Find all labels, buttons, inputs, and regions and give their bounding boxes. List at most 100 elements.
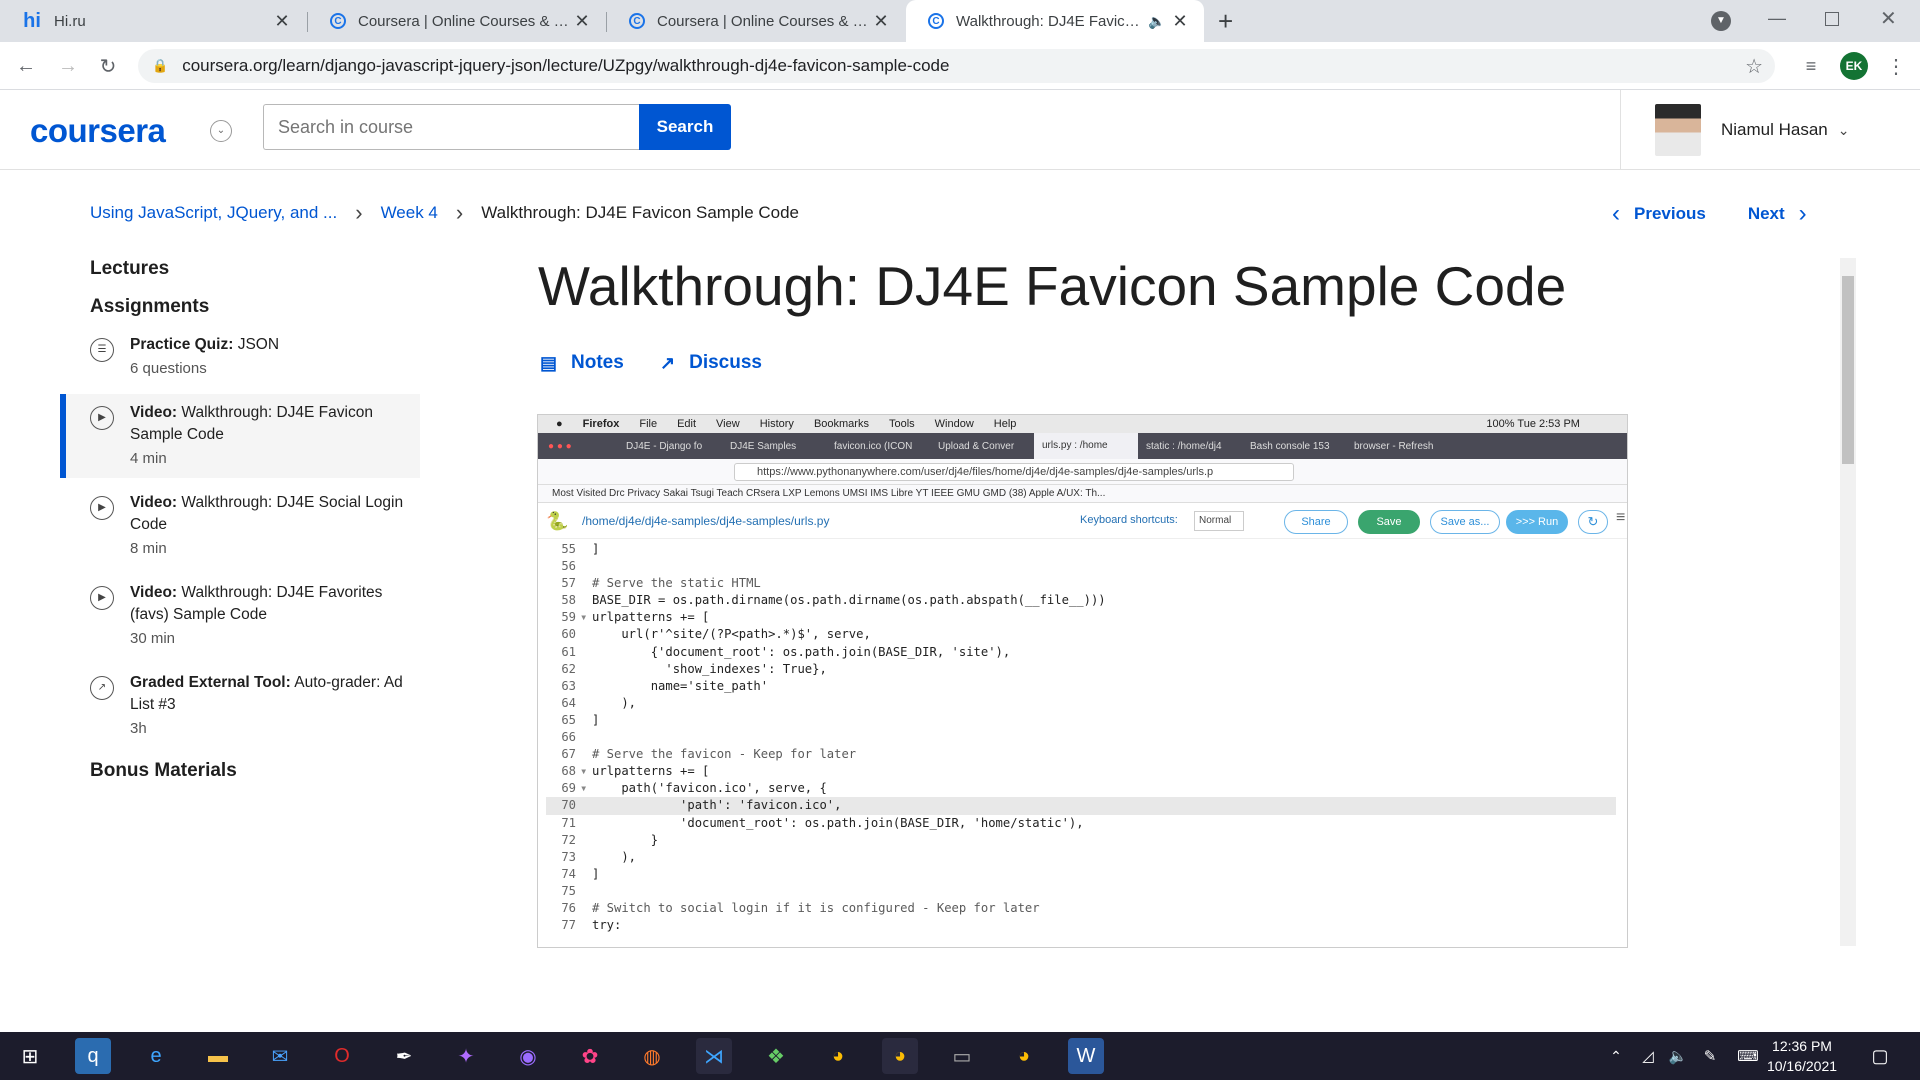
line-number: 63 [561,678,576,693]
mail-icon[interactable]: ✉ [262,1038,298,1074]
taskbar-clock[interactable]: 12:36 PM 10/16/2021 [1750,1036,1854,1076]
notes-link[interactable]: ▤ Notes [540,352,624,374]
search-input[interactable] [263,104,640,150]
firefox-icon[interactable]: ◍ [634,1038,670,1074]
app-icon[interactable]: ❖ [758,1038,794,1074]
chevron-down-icon: ⌄ [1837,121,1850,138]
breadcrumb-week[interactable]: Week 4 [381,203,438,223]
notifications-icon[interactable]: ▢ [1862,1038,1898,1074]
menu-item: Help [993,418,1017,430]
notes-icon: ▤ [540,352,558,373]
close-tab-icon[interactable]: ✕ [272,11,292,32]
browser-tab-active[interactable]: C Walkthrough: DJ4E Favicon Sample Code … [906,0,1204,42]
app-icon[interactable]: ✿ [572,1038,608,1074]
breadcrumb-course[interactable]: Using JavaScript, JQuery, and ... [90,203,337,223]
avatar [1655,104,1701,156]
chrome-profile-icon[interactable]: ◕ [1006,1038,1042,1074]
close-tab-icon[interactable]: ✕ [1170,11,1190,32]
sidebar-item-social-login-video[interactable]: ▶ Video: Walkthrough: DJ4E Social Login … [60,484,420,568]
word-icon[interactable]: W [1068,1038,1104,1074]
coursera-logo[interactable]: coursera [30,112,166,150]
sidebar-assignments[interactable]: Assignments [60,296,420,318]
tab-title: Coursera | Online Courses & Credentials [657,12,871,30]
previous-button[interactable]: Previous [1634,204,1706,224]
user-menu[interactable]: Niamul Hasan ⌄ [1620,90,1920,170]
line-number: 60 [561,627,576,642]
code-line: 69 ▾ path('favicon.ico', serve, { [546,780,1616,797]
code-text: urlpatterns += [ [592,764,710,779]
volume-icon[interactable]: 🔈 [1660,1038,1696,1074]
line-number: 65 [561,712,576,727]
sidebar-item-favorites-video[interactable]: ▶ Video: Walkthrough: DJ4E Favorites (fa… [60,574,420,658]
discuss-link[interactable]: ↗ Discuss [660,352,762,374]
code-text: # Serve the static HTML [592,576,761,591]
item-type: Video: [130,494,178,511]
scrollbar-thumb[interactable] [1842,276,1854,464]
reload-icon[interactable]: ↻ [94,52,122,80]
browser-tab[interactable]: hi Hi.ru ✕ [0,0,306,42]
bookmark-star-icon[interactable]: ☆ [1745,54,1763,79]
app-icon[interactable]: q [75,1038,111,1074]
close-tab-icon[interactable]: ✕ [572,11,592,32]
chevron-right-icon: › [355,200,363,225]
browser-tab[interactable]: C Coursera | Online Courses & Credential… [308,0,606,42]
inkscape-icon[interactable]: ✒ [386,1038,422,1074]
fold-marker [580,695,588,712]
windows-start-icon[interactable]: ⊞ [12,1038,48,1074]
chevron-left-icon[interactable]: ‹ [1612,200,1620,228]
sidebar-lectures[interactable]: Lectures [60,258,420,280]
chrome-icon[interactable]: ◕ [820,1038,856,1074]
sidebar-item-graded-tool[interactable]: ↗ Graded External Tool: Auto-grader: Ad … [60,664,420,748]
fold-marker [580,917,588,934]
audio-icon[interactable]: 🔈 [1144,13,1170,30]
pythonanywhere-editor-bar: 🐍 /home/dj4e/dj4e-samples/dj4e-samples/u… [538,503,1627,539]
code-text: ] [592,712,600,727]
fold-marker [580,558,588,575]
code-text: urlpatterns += [ [592,610,710,625]
chrome-icon[interactable]: ◕ [882,1038,918,1074]
chevron-up-icon[interactable]: ⌃ [1598,1038,1634,1074]
fold-marker [580,678,588,695]
tab-search-icon[interactable]: ▼ [1711,11,1731,31]
video-player[interactable]: ● Firefox File Edit View History Bookmar… [537,414,1628,948]
vscode-icon[interactable]: ⋊ [696,1038,732,1074]
chevron-right-icon[interactable]: › [1799,200,1807,228]
maximize-icon[interactable] [1825,12,1839,26]
address-bar[interactable]: 🔒 coursera.org/learn/django-javascript-j… [138,49,1775,83]
tab-title: Walkthrough: DJ4E Favicon Sample Code [956,12,1144,30]
terminal-icon[interactable]: ▭ [944,1038,980,1074]
messenger-icon[interactable]: ✦ [448,1038,484,1074]
fold-marker [580,815,588,832]
item-name: JSON [237,336,280,353]
opera-icon[interactable]: O [324,1038,360,1074]
new-tab-icon[interactable]: + [1218,6,1233,37]
github-icon[interactable]: ◉ [510,1038,546,1074]
reading-list-icon[interactable]: ≡ [1797,52,1825,80]
edge-icon[interactable]: e [138,1038,174,1074]
back-icon[interactable]: ← [12,52,40,80]
close-window-icon[interactable]: ✕ [1880,6,1897,31]
hi-logo-icon: hi [23,9,41,32]
next-button[interactable]: Next [1748,204,1785,224]
browser-tab[interactable]: C Coursera | Online Courses & Credential… [607,0,905,42]
chevron-down-icon[interactable]: ⌄ [210,120,232,142]
close-tab-icon[interactable]: ✕ [871,11,891,32]
code-line: 57 # Serve the static HTML [546,575,1616,592]
sidebar-bonus-materials[interactable]: Bonus Materials [60,760,420,782]
item-meta: 3h [130,720,147,737]
pen-icon[interactable]: ✎ [1692,1038,1728,1074]
sidebar-item-practice-quiz[interactable]: ☰ Practice Quiz: JSON 6 questions [60,326,420,388]
sidebar-item-favicon-video[interactable]: ▶ Video: Walkthrough: DJ4E Favicon Sampl… [60,394,420,478]
menu-kebab-icon[interactable]: ⋮ [1882,52,1910,80]
item-type: Video: [130,404,178,421]
minimize-icon[interactable]: — [1768,8,1786,29]
profile-avatar[interactable]: EK [1840,52,1868,80]
forward-icon[interactable]: → [54,52,82,80]
file-explorer-icon[interactable]: ▬ [200,1038,236,1074]
line-number: 67 [561,747,576,762]
line-number: 76 [561,900,576,915]
mode-select: Normal [1194,511,1244,531]
line-number: 70 [561,798,576,813]
search-button[interactable]: Search [639,104,731,150]
mac-status: 100% Tue 2:53 PM [1486,418,1580,430]
